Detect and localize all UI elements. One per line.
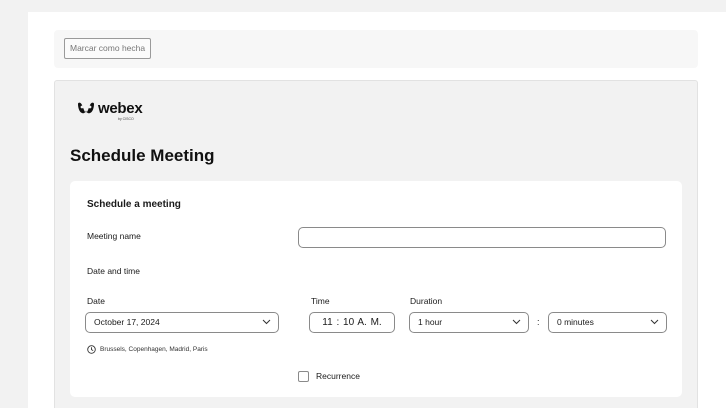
date-time-label: Date and time (87, 266, 140, 276)
webex-scheduler-frame: webex by CISCO Schedule Meeting Schedule… (54, 80, 698, 408)
schedule-form-card: Schedule a meeting Meeting name Date and… (70, 181, 682, 397)
page-title: Schedule Meeting (70, 146, 215, 165)
duration-minutes-value: 0 minutes (557, 317, 594, 327)
duration-hours-value: 1 hour (418, 317, 443, 327)
date-label: Date (87, 296, 105, 306)
meeting-name-label: Meeting name (87, 231, 141, 241)
duration-separator: : (537, 317, 540, 327)
date-picker[interactable]: October 17, 2024 (85, 312, 279, 333)
mark-as-done-button[interactable]: Marcar como hecha (64, 38, 152, 59)
brand-byline: by CISCO (118, 117, 134, 121)
chevron-down-icon (650, 319, 659, 325)
recurrence-checkbox[interactable] (298, 371, 309, 382)
time-input[interactable]: 11 : 10 A. M. (309, 312, 395, 333)
chevron-down-icon (512, 319, 521, 325)
chevron-down-icon (262, 319, 271, 325)
brand-name: webex (98, 100, 143, 117)
time-label: Time (311, 296, 330, 306)
timezone-label[interactable]: Brussels, Copenhagen, Madrid, Paris (100, 346, 208, 353)
duration-minutes-select[interactable]: 0 minutes (548, 312, 667, 333)
duration-hours-select[interactable]: 1 hour (409, 312, 529, 333)
webex-logo-icon (78, 102, 94, 114)
recurrence-label[interactable]: Recurrence (316, 371, 360, 381)
clock-icon (87, 345, 96, 354)
date-value: October 17, 2024 (94, 317, 160, 327)
task-toolbar: Marcar como hecha (54, 30, 698, 68)
meeting-name-input[interactable] (298, 227, 666, 248)
duration-label: Duration (410, 296, 443, 306)
section-title: Schedule a meeting (87, 199, 181, 210)
